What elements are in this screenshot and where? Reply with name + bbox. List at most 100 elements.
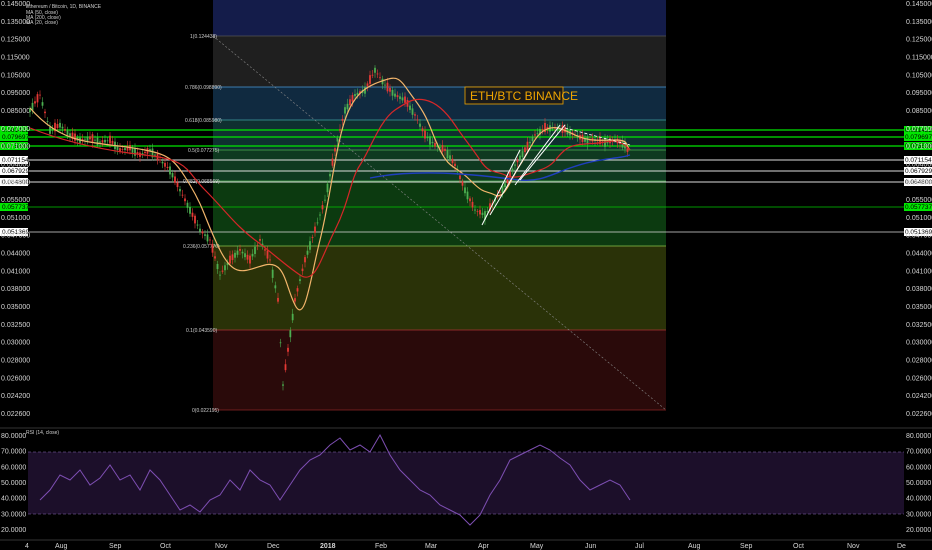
candle-body	[124, 148, 126, 151]
x-tick: Dec	[267, 543, 280, 550]
candle-body	[329, 173, 331, 177]
candle-body	[416, 119, 419, 121]
rsi-tick-left: 40.0000	[1, 496, 26, 503]
y-tick-left: 0.095000	[1, 90, 30, 97]
y-tick-left: 0.105000	[1, 72, 30, 79]
candle-body	[311, 236, 314, 238]
candle-body	[229, 255, 231, 264]
candle-body	[336, 138, 339, 142]
y-tick-left: 0.085000	[1, 108, 30, 115]
fib-label-2: 0.618(0.085980)	[185, 118, 222, 124]
rsi-tick-right: 80.0000	[906, 433, 931, 440]
candle-body	[421, 128, 424, 132]
x-tick: Sep	[740, 543, 753, 550]
svg-text:0.067929: 0.067929	[2, 168, 29, 175]
candle-body	[277, 297, 279, 302]
candle-body	[504, 183, 506, 188]
candle-body	[474, 209, 476, 211]
rsi-tick-right: 60.0000	[906, 464, 931, 471]
fib-label-5: 0.236(0.057776)	[183, 244, 220, 250]
candle-body	[424, 130, 426, 139]
candle-body	[386, 82, 389, 92]
candle-body	[251, 253, 254, 257]
candle-body	[481, 212, 484, 216]
y-tick-right: 0.071000	[906, 144, 932, 151]
candle-body	[349, 99, 351, 106]
candle-body	[221, 270, 224, 272]
y-tick-right: 0.115000	[906, 54, 932, 61]
eth-btc-chart[interactable]: 1(0.124438) 0.786(0.098890) 0.618(0.0859…	[0, 0, 932, 550]
candle-body	[179, 188, 181, 192]
y-tick-right: 0.026000	[906, 375, 932, 382]
candle-body	[159, 159, 161, 161]
fib-label-6: 0.1(0.043590)	[186, 328, 217, 334]
candle-body	[339, 129, 341, 131]
candle-body	[396, 95, 399, 98]
candle-body	[326, 183, 329, 193]
candle-body	[409, 105, 411, 110]
candle-body	[211, 243, 214, 253]
candle-body	[244, 253, 246, 258]
candle-body	[376, 73, 379, 75]
fib-zone-6	[213, 246, 666, 330]
candle-body	[169, 166, 171, 175]
svg-text:ETH/BTC BINANCE: ETH/BTC BINANCE	[470, 89, 578, 103]
svg-text:MA (20, close): MA (20, close)	[26, 20, 58, 26]
candle-body	[101, 140, 104, 143]
candle-body	[516, 160, 519, 163]
candle-body	[279, 342, 282, 344]
candle-body	[419, 123, 421, 127]
x-tick: Jul	[635, 543, 644, 550]
candle-body	[154, 154, 156, 156]
candle-body	[269, 259, 271, 261]
candle-body	[511, 168, 514, 172]
candle-body	[134, 148, 136, 156]
candle-body	[506, 176, 509, 184]
candle-body	[341, 118, 344, 121]
svg-text:RSI (14, close): RSI (14, close)	[26, 430, 59, 436]
candle-body	[461, 181, 464, 186]
candle-body	[444, 148, 446, 151]
candle-body	[314, 226, 316, 233]
candle-body	[451, 158, 454, 164]
candle-body	[176, 182, 179, 188]
candle-body	[394, 93, 396, 97]
candle-body	[299, 279, 301, 281]
candle-body	[266, 250, 269, 259]
candle-body	[514, 164, 516, 166]
y-tick-left: 0.032500	[1, 322, 30, 329]
candle-body	[171, 173, 174, 178]
candle-body	[426, 136, 429, 139]
candle-body	[346, 103, 349, 110]
candle-body	[316, 222, 319, 224]
x-tick: May	[530, 543, 544, 550]
candle-body	[161, 161, 164, 164]
candle-body	[521, 151, 524, 157]
fib-zone-top	[213, 0, 666, 36]
candle-body	[166, 166, 169, 168]
candle-body	[294, 298, 296, 302]
candle-body	[289, 330, 292, 338]
x-tick: Aug	[55, 543, 68, 550]
fib-zone-1	[213, 36, 666, 87]
candle-body	[189, 207, 191, 214]
x-tick: Apr	[478, 543, 490, 550]
candle-body	[479, 210, 481, 215]
y-tick-left: 0.064000	[1, 161, 30, 168]
candle-body	[282, 384, 284, 386]
candle-body	[301, 268, 304, 272]
candle-body	[121, 149, 124, 150]
candle-body	[94, 139, 96, 141]
candle-body	[469, 198, 471, 202]
candle-body	[354, 94, 356, 97]
candle-body	[464, 187, 466, 194]
candle-body	[414, 114, 416, 116]
y-tick-left: 0.026000	[1, 375, 30, 382]
y-tick-left: 0.030000	[1, 340, 30, 347]
candle-body	[371, 74, 374, 76]
y-tick-right: 0.047000	[906, 233, 932, 240]
candle-body	[236, 250, 239, 255]
candle-body	[384, 84, 386, 86]
y-tick-right: 0.024200	[906, 393, 932, 400]
y-tick-right: 0.135000	[906, 19, 932, 26]
